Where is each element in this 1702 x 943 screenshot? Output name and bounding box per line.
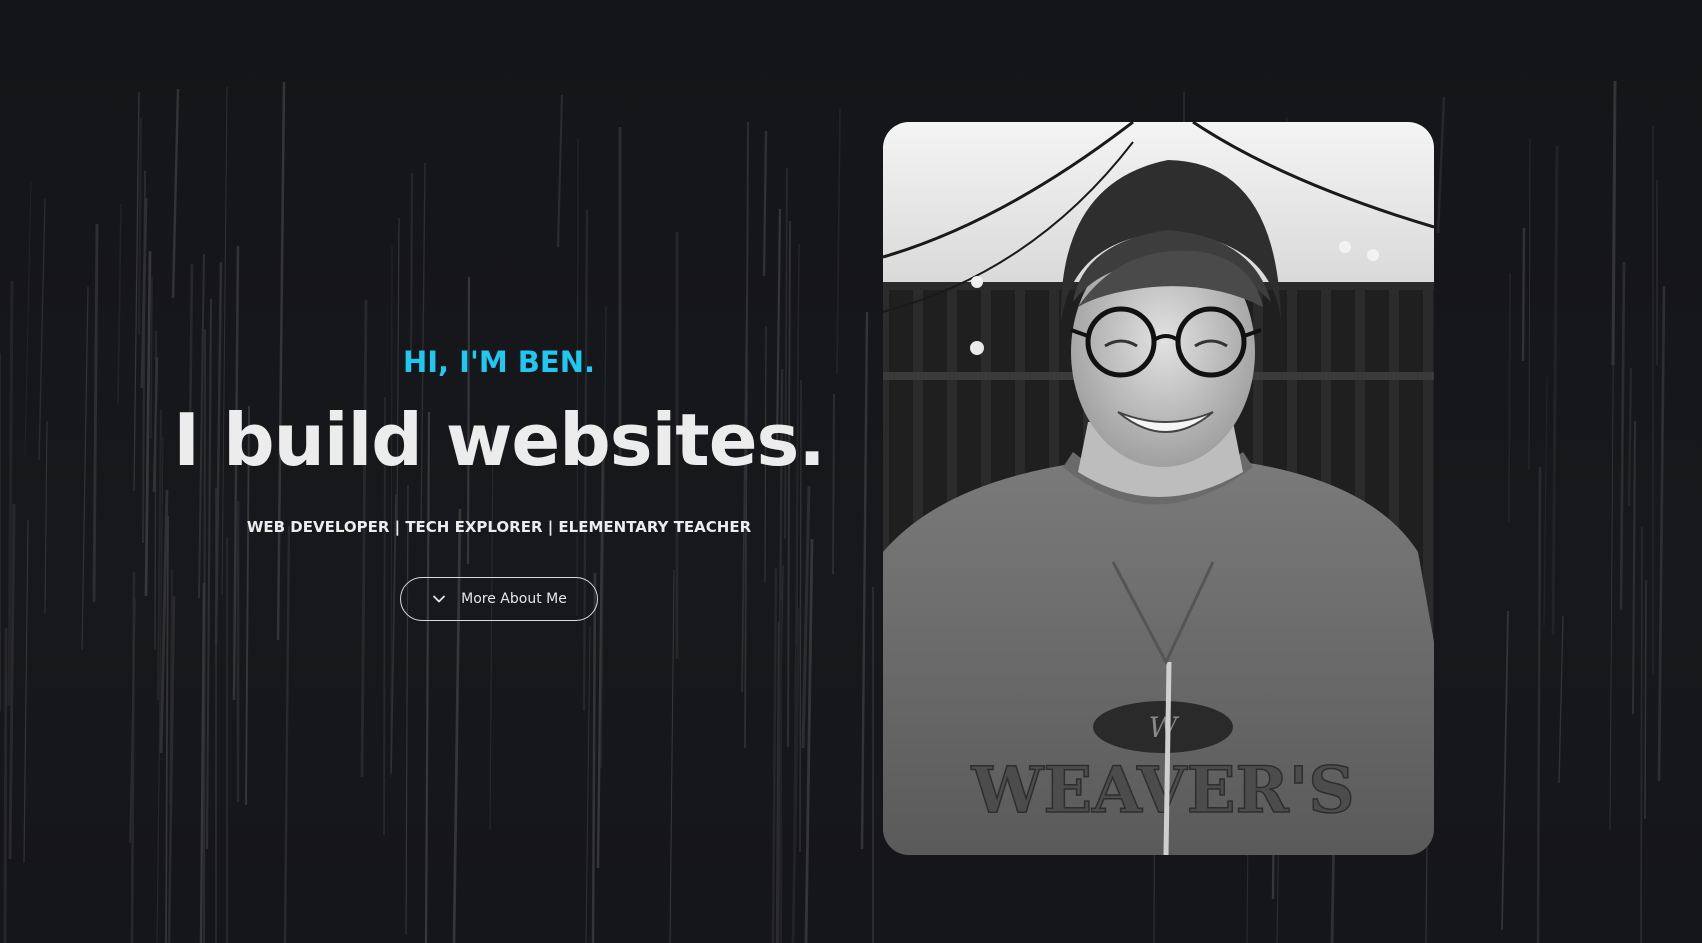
rain-line: [1508, 272, 1511, 523]
profile-photo: W WEAVER'S: [883, 122, 1434, 855]
rain-line: [585, 626, 591, 943]
rain-line: [1521, 227, 1526, 362]
rain-line: [556, 94, 564, 248]
sweater-text: WEAVER'S: [970, 753, 1354, 828]
rain-line: [762, 130, 768, 277]
more-about-me-button[interactable]: More About Me: [400, 577, 598, 621]
rain-line: [1619, 261, 1626, 611]
hero-headline: I build websites.: [173, 398, 826, 482]
rain-line: [1611, 80, 1617, 366]
rain-line: [1528, 138, 1531, 471]
rain-line: [1536, 466, 1542, 943]
hero-tagline: WEB DEVELOPER | TECH EXPLORER | ELEMENTA…: [246, 518, 752, 536]
rain-line: [1644, 579, 1647, 820]
rain-line: [1543, 376, 1548, 627]
rain-line: [1631, 420, 1637, 715]
hero-intro: HI, I'M BEN. I build websites. WEB DEVEL…: [0, 330, 998, 621]
chevron-down-icon: [431, 591, 447, 607]
rain-line: [1627, 367, 1633, 507]
hero-greeting: HI, I'M BEN.: [403, 345, 595, 379]
rain-line: [591, 572, 597, 943]
rain-line: [771, 567, 778, 943]
rain-line: [171, 88, 180, 299]
rain-line: [1551, 145, 1559, 636]
rain-line: [669, 569, 675, 943]
rain-line: [1657, 285, 1666, 782]
more-about-me-label: More About Me: [461, 591, 567, 607]
rain-line: [1436, 96, 1446, 234]
rain-line: [137, 117, 143, 336]
rain-line: [3, 627, 8, 943]
rain-line: [1501, 610, 1509, 931]
sweater-badge-text: W: [1149, 711, 1180, 744]
page: HI, I'M BEN. I build websites. WEB DEVEL…: [0, 0, 1702, 943]
rain-line: [1640, 526, 1643, 943]
rain-line: [1558, 615, 1564, 784]
